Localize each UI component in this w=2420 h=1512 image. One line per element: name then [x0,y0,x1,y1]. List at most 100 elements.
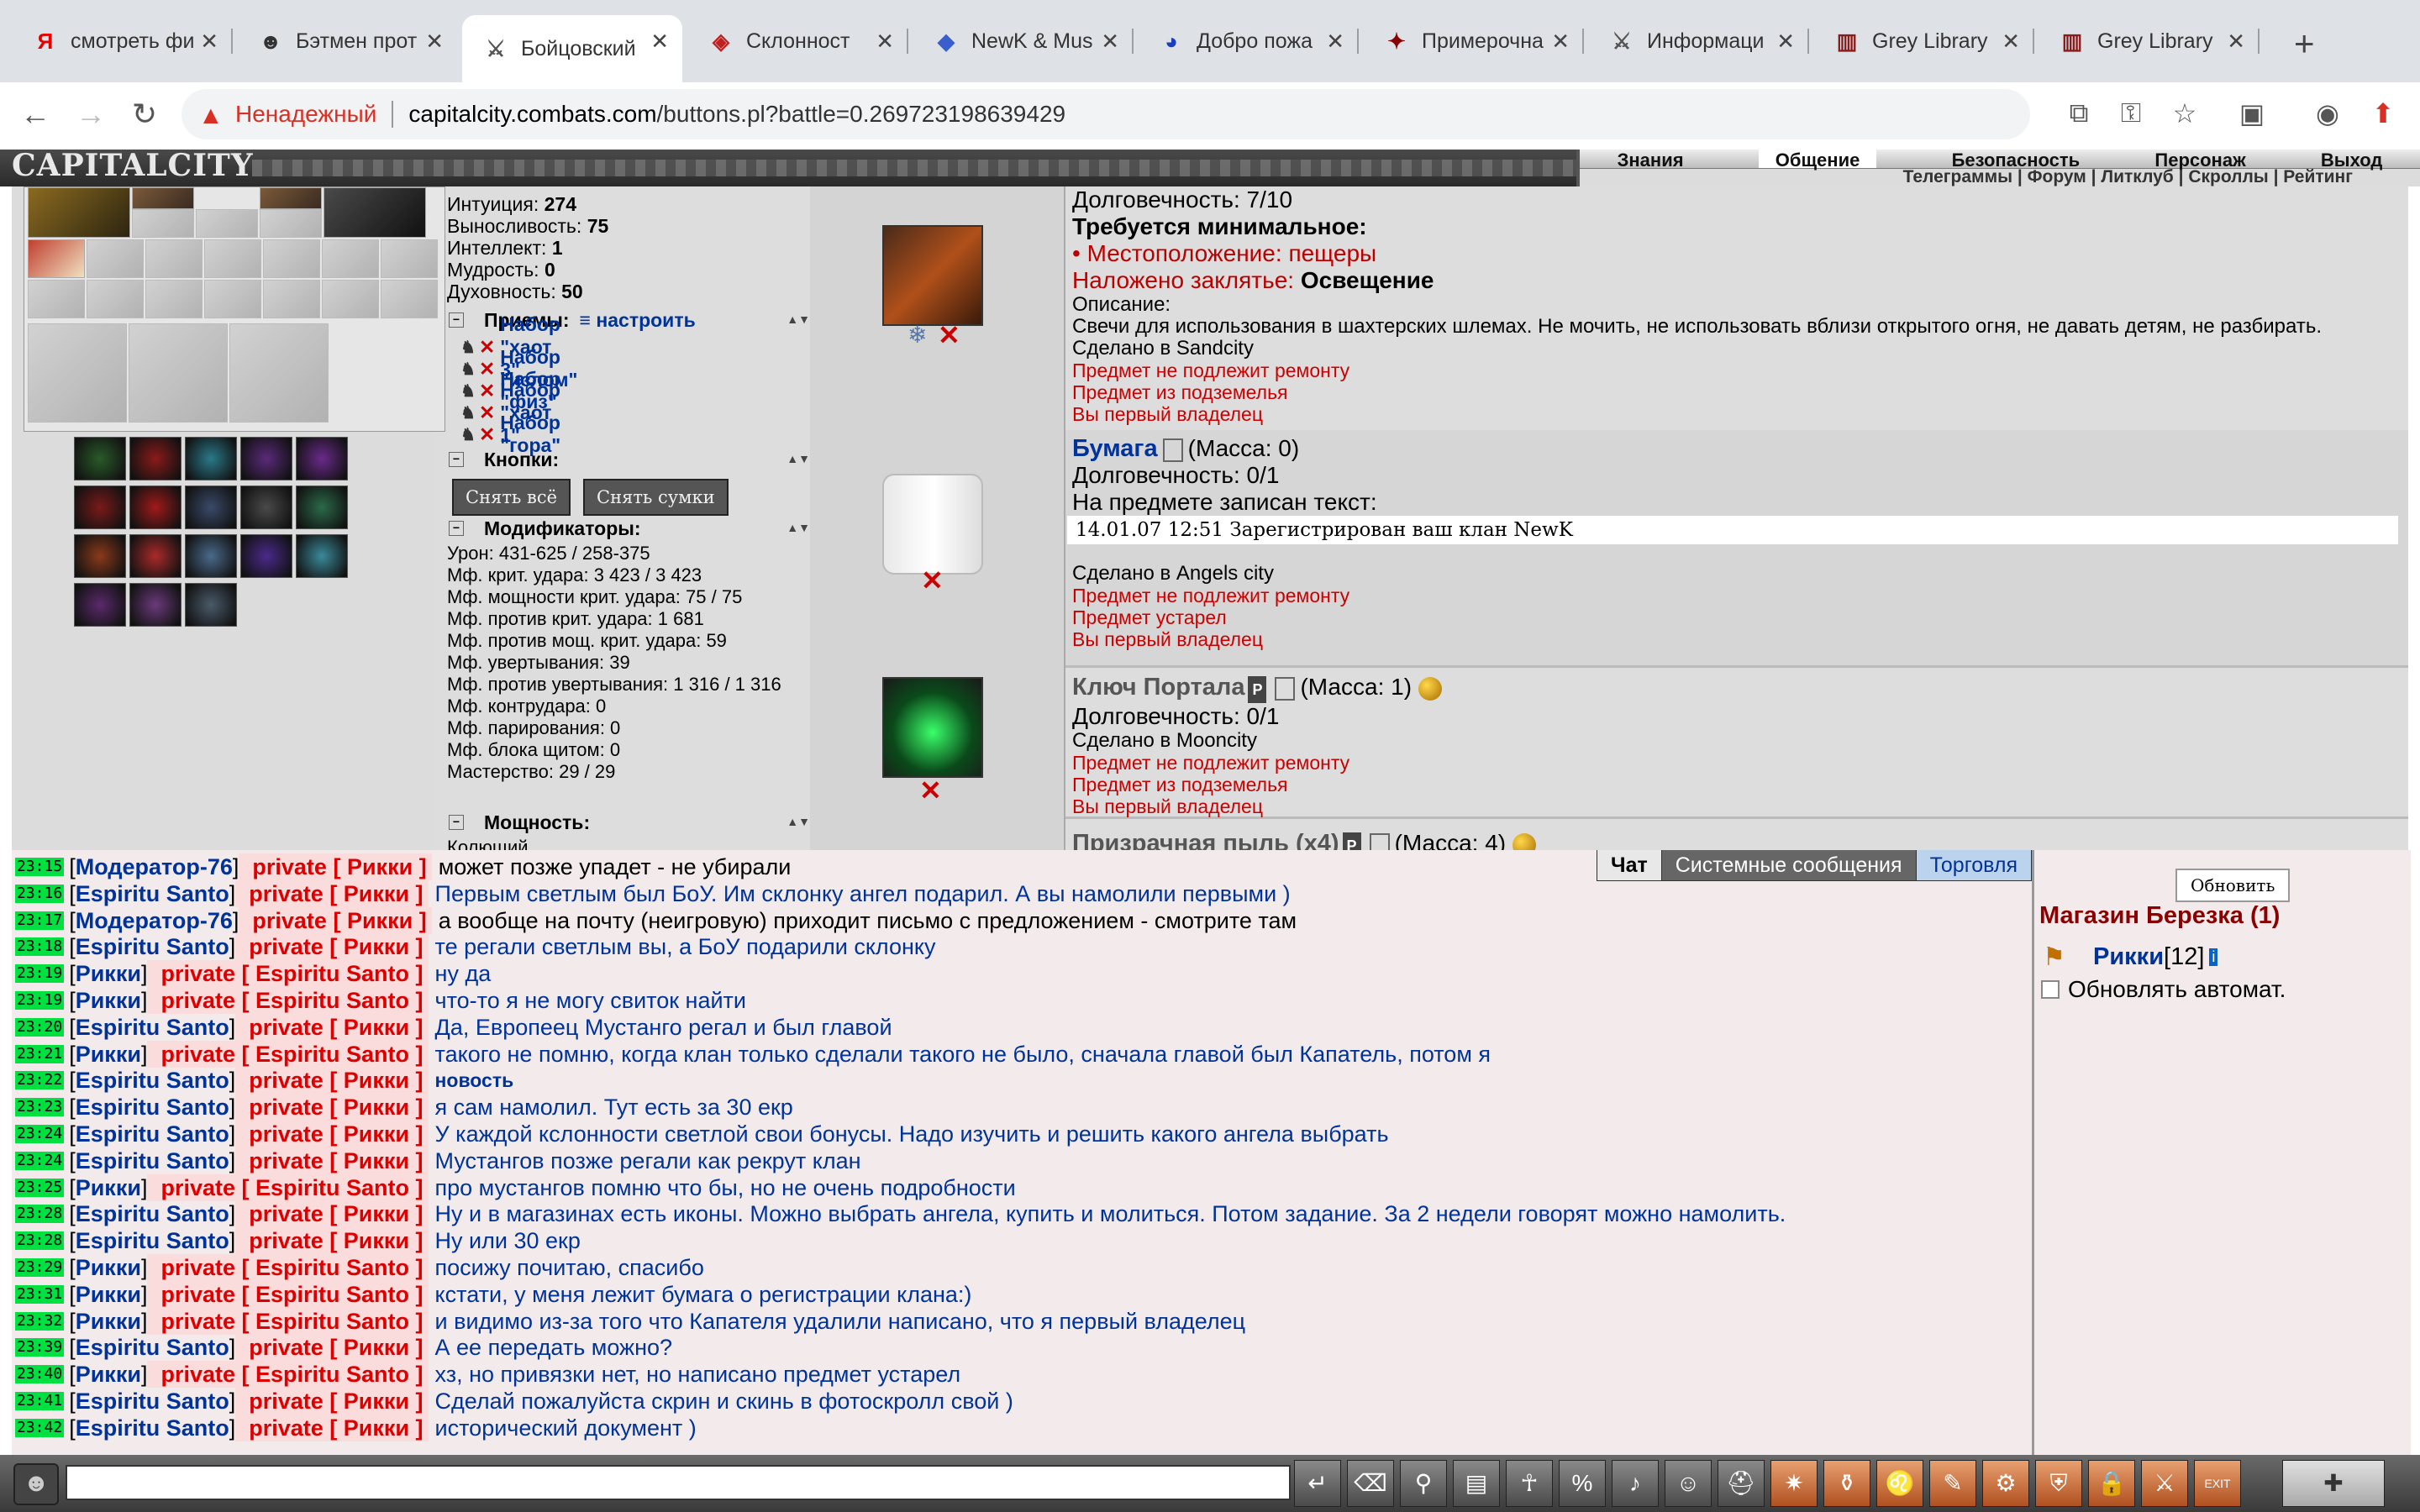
empty-slot[interactable] [260,209,322,238]
tab-trade[interactable]: Торговля [1915,850,2032,881]
private-tag[interactable]: private [ Espiritu Santo ] [147,1254,429,1281]
empty-bag-slot[interactable] [129,323,228,423]
sender-name[interactable]: Espiritu Santo [76,1200,229,1227]
message-time[interactable]: 23:40 [15,1365,65,1384]
puzzle-icon[interactable]: ✚ [2282,1460,2385,1507]
portal-key-image[interactable] [882,677,983,778]
spell-rune-icon[interactable] [185,534,237,578]
copy-icon[interactable] [1162,438,1183,462]
empty-slot[interactable] [263,239,320,278]
spell-rune-icon[interactable] [296,437,348,480]
message-time[interactable]: 23:24 [15,1151,65,1170]
private-tag[interactable]: private [ Рикки ] [235,1094,429,1121]
sender-name[interactable]: Рикки [76,1281,141,1308]
close-icon[interactable]: ✕ [650,29,669,55]
private-tag[interactable]: private [ Рикки ] [235,933,429,961]
remove-all-button[interactable]: Снять всё [452,479,571,516]
filter-icon[interactable]: ⚲ [1400,1460,1447,1507]
message-time[interactable]: 23:29 [15,1258,65,1277]
close-icon[interactable]: ✕ [2227,29,2245,55]
sender-name[interactable]: Espiritu Santo [76,880,229,907]
message-time[interactable]: 23:28 [15,1205,65,1224]
message-time[interactable]: 23:24 [15,1125,65,1143]
private-tag[interactable]: private [ Рикки ] [235,1388,429,1415]
close-icon[interactable]: ✕ [1326,29,1344,55]
exit-icon[interactable]: EXIT [2194,1460,2241,1507]
enter-icon[interactable]: ↵ [1294,1460,1341,1507]
spell-rune-icon[interactable] [129,534,182,578]
sender-name[interactable]: Рикки [76,960,141,987]
ring-slot[interactable] [260,187,322,209]
dance-icon[interactable]: ☥ [1506,1460,1553,1507]
top-submenu[interactable]: Телеграммы | Форум | Литклуб | Скроллы |… [1580,168,2420,187]
drop-icon[interactable]: ✕ [938,319,960,351]
account-icon[interactable]: ◉ [2309,97,2346,134]
user-name-link[interactable]: Рикки [2093,943,2164,971]
sender-name[interactable]: Рикки [76,1041,141,1068]
browser-tab[interactable]: ⚔ Бойцовский ✕ [462,15,682,82]
copy-icon[interactable] [1275,676,1296,701]
private-tag[interactable]: private [ Рикки ] [239,853,432,880]
eraser-icon[interactable]: ⌫ [1347,1460,1394,1507]
collapse-icon[interactable]: − [449,452,464,467]
menu-security[interactable]: Безопасность [1952,150,2081,171]
sender-name[interactable]: Espiritu Santo [76,1067,229,1094]
private-tag[interactable]: private [ Espiritu Santo ] [147,1173,429,1201]
sender-name[interactable]: Модератор-76 [76,907,233,934]
gear-icon[interactable]: ❄ [908,321,927,349]
new-tab-button[interactable]: + [2294,24,2315,64]
empty-bag-slot[interactable] [229,323,329,423]
message-time[interactable]: 23:19 [15,991,65,1010]
chat-mode-icon[interactable]: ☻ [13,1463,59,1505]
spell-rune-icon[interactable] [129,583,182,627]
spell-rune-icon[interactable] [74,534,126,578]
menu-exit[interactable]: Выход [2321,150,2382,171]
empty-slot[interactable] [381,239,438,278]
browser-tab[interactable]: ✦ Примерочна ✕ [1363,15,1584,67]
sender-name[interactable]: Рикки [76,1308,141,1335]
private-tag[interactable]: private [ Espiritu Santo ] [147,987,429,1014]
extension-blocked-icon[interactable]: ⧉ [2060,97,2097,134]
empty-slot[interactable] [132,209,194,238]
message-time[interactable]: 23:39 [15,1338,65,1357]
private-tag[interactable]: private [ Рикки ] [235,1067,429,1095]
sword-icon[interactable]: ⚔ [2141,1460,2188,1507]
sender-name[interactable]: Espiritu Santo [76,1388,229,1415]
message-time[interactable]: 23:21 [15,1044,65,1063]
shield-icon[interactable]: ⛨ [2035,1460,2082,1507]
message-time[interactable]: 23:15 [15,858,65,876]
message-time[interactable]: 23:31 [15,1284,65,1304]
priem-set[interactable]: ♞ ✕ Набор "гора" [460,412,562,456]
candle-item-image[interactable] [882,225,983,326]
tab-chat[interactable]: Чат [1597,850,1662,881]
delete-icon[interactable]: ✕ [479,402,495,424]
menu-character[interactable]: Персонаж [2154,150,2245,171]
empty-slot[interactable] [204,239,261,278]
message-time[interactable]: 23:19 [15,964,65,984]
private-tag[interactable]: private [ Рикки ] [235,1013,429,1041]
percent-icon[interactable]: % [1559,1460,1606,1507]
close-icon[interactable]: ✕ [2002,29,2020,55]
item-name-link[interactable]: Призрачная пыль (x4) [1072,830,1339,850]
auto-refresh-checkbox[interactable] [2041,980,2060,999]
sender-name[interactable]: Рикки [76,1174,141,1201]
spell-rune-icon[interactable] [296,486,348,529]
private-tag[interactable]: private [ Espiritu Santo ] [147,1280,429,1308]
sender-name[interactable]: Espiritu Santo [76,1415,229,1441]
ring-slot[interactable] [132,187,194,209]
remove-bags-button[interactable]: Снять сумки [583,479,729,516]
close-icon[interactable]: ✕ [876,29,894,55]
close-icon[interactable]: ✕ [1101,29,1119,55]
move-arrows-icon[interactable]: ▲▼ [786,312,810,326]
sender-name[interactable]: Рикки [76,987,141,1014]
delete-icon[interactable]: ✕ [479,380,495,402]
empty-slot[interactable] [196,209,258,238]
menu-knowledge[interactable]: Знания [1618,150,1684,171]
helmet-icon[interactable]: ⛑ [1718,1460,1765,1507]
empty-slot[interactable] [28,280,85,318]
extension-icon[interactable]: ▣ [2233,97,2270,134]
collapse-icon[interactable]: − [449,521,464,536]
sender-name[interactable]: Espiritu Santo [76,1094,229,1121]
gear-icon[interactable]: ⚙ [1982,1460,2029,1507]
spell-rune-icon[interactable] [240,486,292,529]
